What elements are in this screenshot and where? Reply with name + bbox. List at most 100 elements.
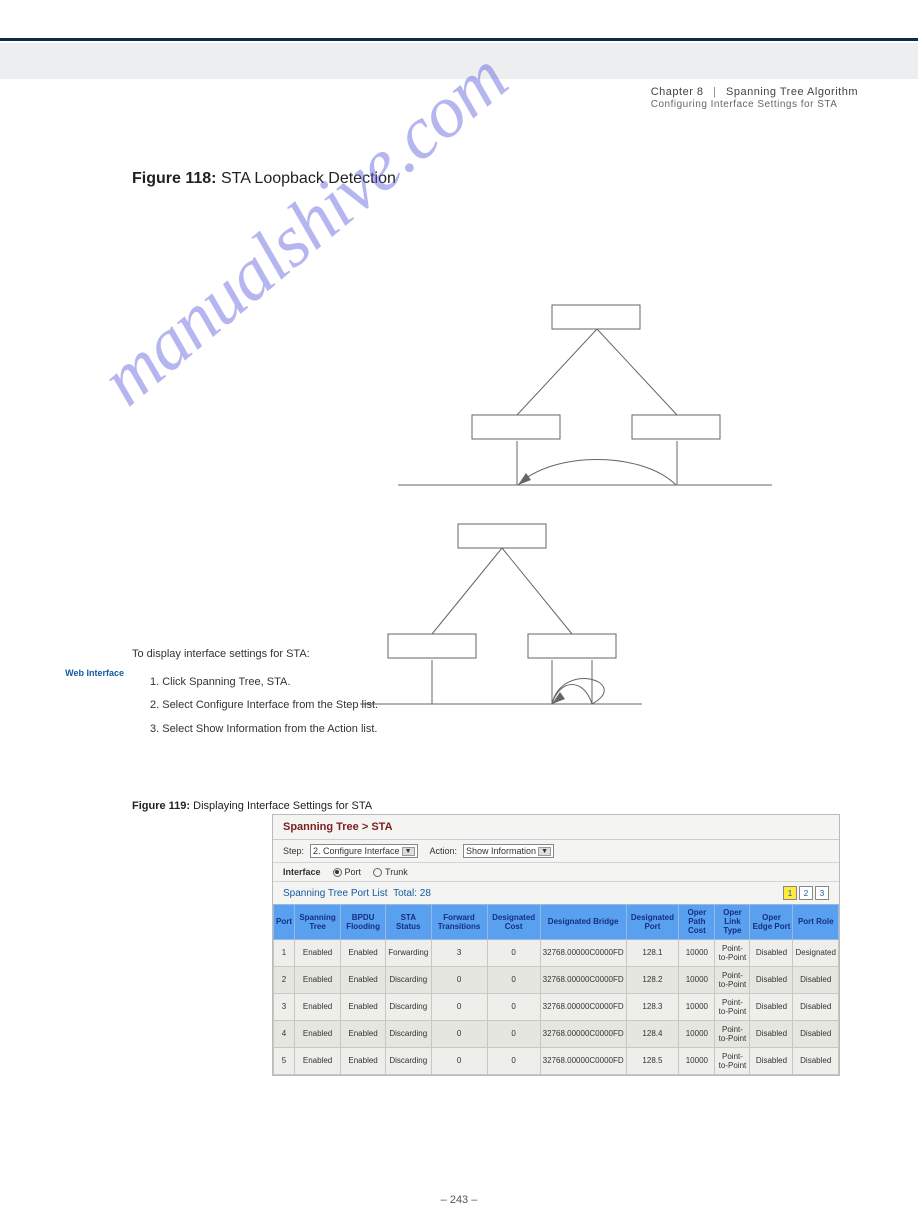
table-cell: 10000 (679, 939, 715, 966)
table-cell: 0 (487, 993, 540, 1020)
page-header: Chapter 8 | Spanning Tree Algorithm Conf… (651, 86, 858, 110)
chevron-down-icon: ▼ (538, 847, 551, 856)
intro-line: To display interface settings for STA: (132, 646, 782, 664)
step-label: Step: (283, 846, 304, 856)
screenshot-panel: Spanning Tree > STA Step: 2. Configure I… (272, 814, 840, 1076)
th-role: Port Role (793, 905, 839, 940)
breadcrumb-text: Spanning Tree > STA (283, 821, 393, 833)
table-cell: 128.1 (626, 939, 679, 966)
header-separator: | (713, 86, 716, 98)
table-row: 5EnabledEnabledDiscarding0032768.00000C0… (274, 1047, 839, 1074)
chevron-down-icon: ▼ (402, 847, 415, 856)
step2: 2. Select Configure Interface from the S… (132, 697, 782, 715)
interface-row: Interface Port Trunk (273, 863, 839, 882)
table-cell: Disabled (793, 1020, 839, 1047)
table-cell: 0 (487, 1020, 540, 1047)
breadcrumb: Spanning Tree > STA (273, 815, 839, 840)
th-dport: Designated Port (626, 905, 679, 940)
table-cell: Discarding (386, 966, 431, 993)
table-cell: 2 (274, 966, 295, 993)
table-header-row: Port Spanning Tree BPDU Flooding STA Sta… (274, 905, 839, 940)
table-cell: Enabled (341, 993, 386, 1020)
page-number: – 243 – (441, 1194, 478, 1206)
th-port: Port (274, 905, 295, 940)
table-cell: Disabled (750, 939, 793, 966)
page-2[interactable]: 2 (799, 886, 813, 900)
radio-icon (373, 868, 382, 877)
table-cell: Enabled (295, 966, 341, 993)
list-header: Spanning Tree Port List Total: 28 1 2 3 (273, 882, 839, 904)
table-cell: 32768.00000C0000FD (540, 1020, 626, 1047)
table-cell: 32768.00000C0000FD (540, 1047, 626, 1074)
action-select-value: Show Information (466, 846, 536, 856)
table-cell: 0 (431, 966, 487, 993)
table-cell: Disabled (793, 993, 839, 1020)
table-cell: Disabled (793, 1047, 839, 1074)
table-cell: 0 (431, 993, 487, 1020)
table-cell: Enabled (341, 1020, 386, 1047)
table-cell: Disabled (750, 1020, 793, 1047)
table-cell: 1 (274, 939, 295, 966)
table-cell: Enabled (341, 966, 386, 993)
interface-label: Interface (283, 867, 321, 877)
action-label: Action: (430, 846, 458, 856)
table-cell: Point-to-Point (715, 1047, 750, 1074)
page-1[interactable]: 1 (783, 886, 797, 900)
table-cell: Enabled (295, 1047, 341, 1074)
table-cell: Designated (793, 939, 839, 966)
table-cell: Enabled (341, 939, 386, 966)
th-oedge: Oper Edge Port (750, 905, 793, 940)
pager: 1 2 3 (783, 886, 829, 900)
controls-row: Step: 2. Configure Interface ▼ Action: S… (273, 840, 839, 863)
table-row: 2EnabledEnabledDiscarding0032768.00000C0… (274, 966, 839, 993)
step-select-value: 2. Configure Interface (313, 846, 400, 856)
table-cell: 0 (431, 1020, 487, 1047)
table-cell: 128.3 (626, 993, 679, 1020)
radio-port-label: Port (345, 867, 362, 877)
figure-119-caption: Figure 119: Displaying Interface Setting… (132, 800, 372, 812)
table-cell: 3 (274, 993, 295, 1020)
radio-trunk[interactable]: Trunk (373, 867, 408, 877)
table-cell: Enabled (295, 993, 341, 1020)
port-table: Port Spanning Tree BPDU Flooding STA Sta… (273, 904, 839, 1075)
table-cell: 32768.00000C0000FD (540, 966, 626, 993)
table-cell: 32768.00000C0000FD (540, 939, 626, 966)
table-cell: 3 (431, 939, 487, 966)
table-cell: Disabled (750, 993, 793, 1020)
fig119-number: Figure 119: (132, 800, 190, 812)
table-cell: 10000 (679, 1047, 715, 1074)
table-row: 3EnabledEnabledDiscarding0032768.00000C0… (274, 993, 839, 1020)
action-select[interactable]: Show Information ▼ (463, 844, 554, 858)
table-cell: Point-to-Point (715, 1020, 750, 1047)
radio-port[interactable]: Port (333, 867, 362, 877)
table-row: 1EnabledEnabledForwarding3032768.00000C0… (274, 939, 839, 966)
table-cell: Point-to-Point (715, 993, 750, 1020)
table-cell: 128.2 (626, 966, 679, 993)
table-cell: Discarding (386, 1020, 431, 1047)
table-cell: 4 (274, 1020, 295, 1047)
top-rule (0, 38, 918, 41)
body-text-1: Web Interface To display interface setti… (132, 646, 782, 744)
page-3[interactable]: 3 (815, 886, 829, 900)
list-title: Spanning Tree Port List (283, 888, 388, 899)
table-cell: Discarding (386, 1047, 431, 1074)
table-cell: Enabled (341, 1047, 386, 1074)
diagram-2 (132, 402, 782, 822)
table-cell: 0 (487, 939, 540, 966)
web-interface-label: Web Interface (65, 668, 124, 678)
table-cell: Discarding (386, 993, 431, 1020)
table-cell: 0 (487, 966, 540, 993)
table-cell: Disabled (750, 1047, 793, 1074)
table-cell: 5 (274, 1047, 295, 1074)
table-cell: 0 (431, 1047, 487, 1074)
th-dbridge: Designated Bridge (540, 905, 626, 940)
step3: 3. Select Show Information from the Acti… (132, 721, 782, 739)
table-cell: Disabled (750, 966, 793, 993)
header-band (0, 43, 918, 79)
th-dcost: Designated Cost (487, 905, 540, 940)
table-cell: 128.4 (626, 1020, 679, 1047)
table-cell: Point-to-Point (715, 939, 750, 966)
table-cell: Point-to-Point (715, 966, 750, 993)
step-select[interactable]: 2. Configure Interface ▼ (310, 844, 418, 858)
table-cell: 10000 (679, 1020, 715, 1047)
